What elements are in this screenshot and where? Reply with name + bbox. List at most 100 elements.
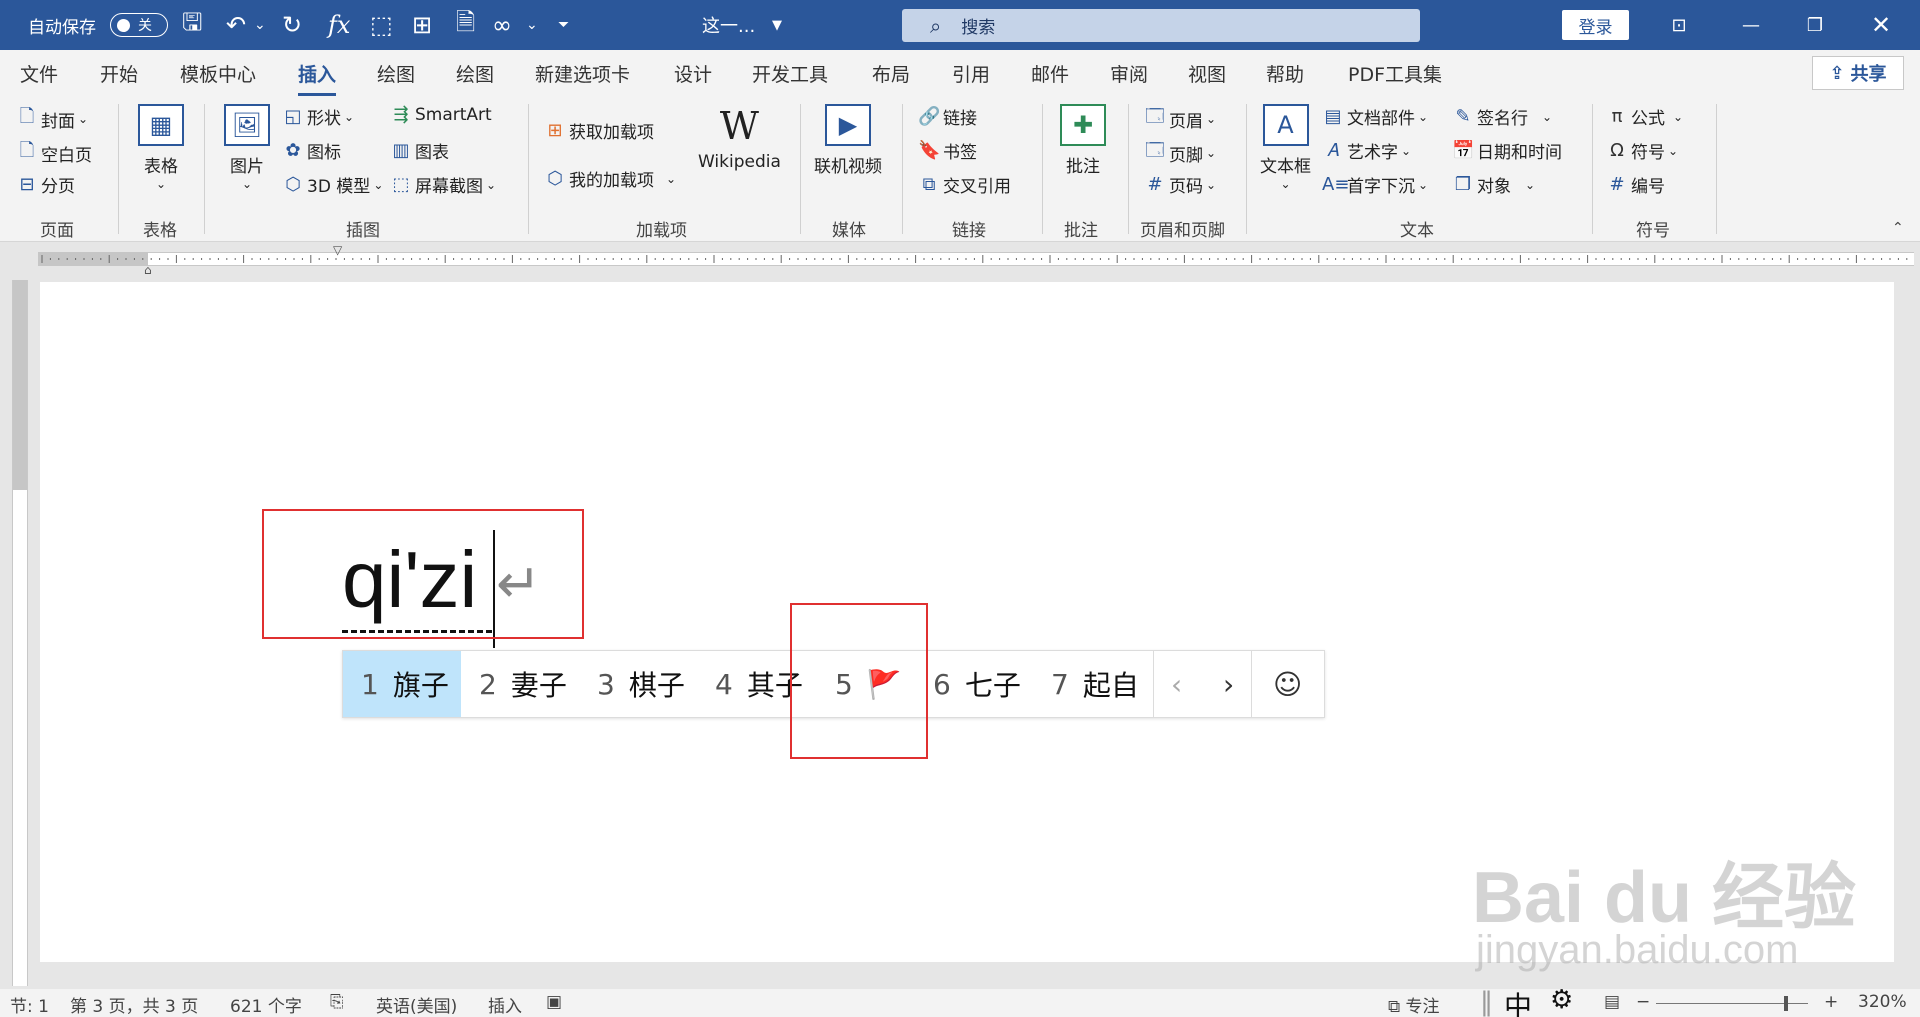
search-box[interactable]: ⌕ 搜索	[902, 9, 1420, 42]
left-indent-icon[interactable]: ⌂	[144, 263, 152, 277]
zoom-slider-thumb[interactable]	[1784, 996, 1788, 1011]
textbox-button[interactable]: A 文本框 ⌄	[1260, 104, 1311, 191]
proofing-icon[interactable]: ⎘	[330, 992, 344, 1012]
infinity-icon[interactable]: ∞	[492, 0, 512, 50]
fx-icon[interactable]: fx	[328, 0, 350, 50]
tab-references[interactable]: 引用	[952, 60, 990, 87]
tab-developer[interactable]: 开发工具	[752, 60, 828, 87]
bookmark-icon: 🔖	[918, 140, 941, 161]
link-button[interactable]: 🔗 链接	[918, 104, 977, 129]
print-layout-icon[interactable]: ▤	[1604, 992, 1620, 1012]
zoom-level[interactable]: 320%	[1858, 992, 1907, 1012]
get-addins-button[interactable]: ⊞ 获取加载项	[544, 118, 654, 143]
status-mode[interactable]: 插入	[488, 992, 522, 1017]
tab-help[interactable]: 帮助	[1266, 60, 1304, 87]
symbol-button[interactable]: Ω 符号 ⌄	[1606, 138, 1678, 163]
ime-prev-page-icon[interactable]: ‹	[1171, 651, 1182, 717]
table-button[interactable]: ▦ 表格 ⌄	[138, 104, 184, 191]
tab-new-tab[interactable]: 新建选项卡	[535, 60, 630, 87]
page-break-button[interactable]: ⊟ 分页	[16, 172, 75, 197]
ime-settings-icon[interactable]: ⚙	[1550, 985, 1573, 1015]
redo-icon[interactable]: ↻	[282, 0, 302, 50]
wordart-button[interactable]: 𝐴 艺术字 ⌄	[1322, 138, 1411, 163]
first-line-indent-icon[interactable]: ▽	[333, 243, 342, 257]
doc-icon[interactable]: 🗎	[456, 0, 475, 50]
org-chart-icon[interactable]: ⊞	[412, 0, 432, 50]
vertical-ruler[interactable]	[12, 280, 28, 986]
share-button[interactable]: ⇪ 共享	[1812, 56, 1904, 90]
tab-view[interactable]: 视图	[1188, 60, 1226, 87]
header-button[interactable]: 🗔 页眉 ⌄	[1144, 104, 1216, 134]
status-word-count[interactable]: 621 个字	[230, 992, 302, 1017]
tab-layout[interactable]: 布局	[872, 60, 910, 87]
tab-draw-2[interactable]: 绘图	[456, 60, 494, 87]
zoom-in-icon[interactable]: +	[1824, 992, 1838, 1012]
online-video-button[interactable]: ▶ 联机视频	[814, 104, 882, 177]
tab-draw[interactable]: 绘图	[377, 60, 415, 87]
footer-button[interactable]: 🗔 页脚 ⌄	[1144, 138, 1216, 168]
status-language[interactable]: 英语(美国)	[376, 992, 457, 1017]
ime-candidate-6[interactable]: 6 七子	[933, 651, 1021, 717]
numbering-button[interactable]: # 编号	[1606, 172, 1665, 197]
minimize-icon[interactable]: —	[1722, 0, 1780, 50]
collapse-ribbon-icon[interactable]: ⌃	[1892, 220, 1904, 236]
ime-candidate-2[interactable]: 2 妻子	[479, 651, 567, 717]
drop-cap-button[interactable]: A≡ 首字下沉 ⌄	[1322, 172, 1428, 197]
macro-icon[interactable]: ▣	[546, 992, 562, 1012]
tab-templates[interactable]: 模板中心	[180, 60, 256, 87]
autosave-toggle[interactable]: 关	[110, 13, 168, 37]
quick-parts-button[interactable]: ▤ 文档部件 ⌄	[1322, 104, 1428, 129]
close-icon[interactable]: ✕	[1852, 0, 1910, 50]
smartart-button[interactable]: ⇶ SmartArt	[390, 104, 491, 125]
3d-model-button[interactable]: ⬡ 3D 模型 ⌄	[282, 172, 383, 197]
tab-home[interactable]: 开始	[100, 60, 138, 87]
infinity-dropdown-icon[interactable]: ⌄	[526, 0, 538, 50]
undo-dropdown-icon[interactable]: ⌄	[254, 0, 266, 50]
ime-candidate-7[interactable]: 7 起自	[1051, 651, 1139, 717]
object-button[interactable]: ❐ 对象 ⌄	[1452, 172, 1535, 197]
ime-candidate-3[interactable]: 3 棋子	[597, 651, 685, 717]
ime-mode-indicator[interactable]: 中	[1504, 985, 1532, 1017]
ribbon-display-icon[interactable]: ⊡	[1650, 0, 1708, 50]
page-number-button[interactable]: # 页码 ⌄	[1144, 172, 1216, 197]
picture-button[interactable]: 🖼 图片 ⌄	[224, 104, 270, 191]
tab-mailings[interactable]: 邮件	[1031, 60, 1069, 87]
bookmark-button[interactable]: 🔖 书签	[918, 138, 977, 163]
comment-button[interactable]: ✚ 批注	[1060, 104, 1106, 177]
focus-button[interactable]: ⧉ 专注	[1388, 992, 1440, 1017]
icons-button[interactable]: ✿ 图标	[282, 138, 341, 163]
cross-reference-button[interactable]: ⧉ 交叉引用	[918, 172, 1011, 197]
wikipedia-button[interactable]: W Wikipedia	[698, 104, 781, 172]
equation-button[interactable]: π 公式 ⌄	[1606, 104, 1683, 129]
tab-design[interactable]: 设计	[674, 60, 712, 87]
document-title[interactable]: 这一...	[702, 0, 755, 50]
cover-page-button[interactable]: 🗋 封面 ⌄	[16, 104, 88, 134]
undo-icon[interactable]: ↶	[226, 0, 246, 50]
customize-icon[interactable]: ⏷	[558, 0, 569, 50]
date-time-button[interactable]: 📅 日期和时间	[1452, 138, 1562, 163]
status-page[interactable]: 第 3 页，共 3 页	[70, 992, 198, 1017]
restore-icon[interactable]: ❐	[1786, 0, 1844, 50]
status-section[interactable]: 节: 1	[10, 992, 49, 1017]
login-button[interactable]: 登录	[1562, 10, 1629, 40]
title-dropdown-icon[interactable]: ▼	[772, 0, 782, 50]
tab-review[interactable]: 审阅	[1110, 60, 1148, 87]
chart-button[interactable]: ▥ 图表	[390, 138, 449, 163]
link-icon: 🔗	[918, 106, 941, 127]
ime-next-page-icon[interactable]: ›	[1223, 651, 1234, 717]
tab-pdf-tools[interactable]: PDF工具集	[1348, 60, 1442, 87]
signature-line-button[interactable]: ✎ 签名行 ⌄	[1452, 104, 1552, 129]
ime-candidate-1[interactable]: 1 旗子	[343, 651, 461, 717]
select-icon[interactable]: ⬚	[370, 0, 393, 50]
blank-page-button[interactable]: 🗋 空白页	[16, 138, 92, 168]
screenshot-button[interactable]: ⬚ 屏幕截图 ⌄	[390, 172, 496, 197]
tab-insert[interactable]: 插入	[298, 60, 337, 96]
ime-emoji-icon[interactable]: ☺	[1273, 651, 1302, 717]
zoom-out-icon[interactable]: −	[1636, 992, 1650, 1012]
tab-file[interactable]: 文件	[20, 60, 58, 87]
save-icon[interactable]: 🖫	[182, 0, 202, 50]
smartart-icon: ⇶	[393, 104, 409, 125]
horizontal-ruler[interactable]: ▽ ⌂	[0, 243, 1920, 277]
shapes-button[interactable]: ◱ 形状 ⌄	[282, 104, 354, 129]
my-addins-button[interactable]: ⬡ 我的加载项 ⌄	[544, 166, 676, 191]
